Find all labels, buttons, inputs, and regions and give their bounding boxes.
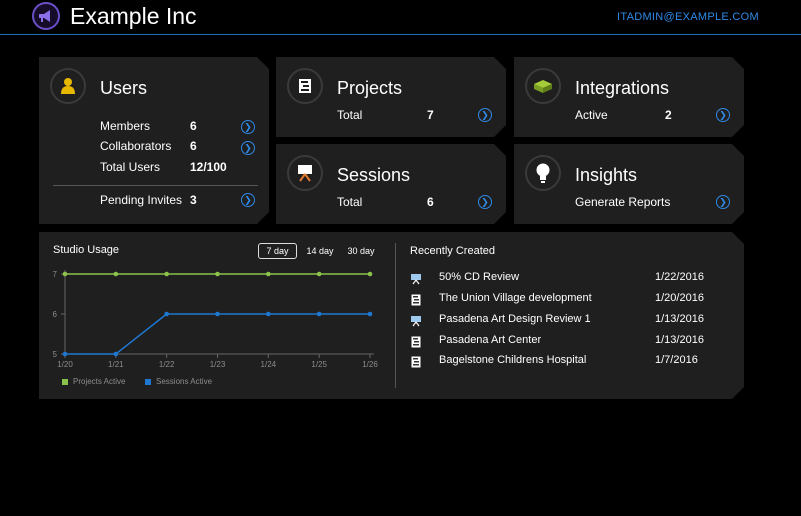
recent-item[interactable]: 50% CD Review 1/22/2016 [410,271,730,287]
recent-item-name[interactable]: Pasadena Art Design Review 1 [439,313,591,325]
pending-invites-label: Pending Invites [100,193,183,207]
total-users-value: 12/100 [190,160,227,174]
y-tick-label: 5 [53,350,58,359]
data-point-sessions [266,312,271,317]
data-point-sessions [317,312,322,317]
sessions-total-value: 6 [427,195,434,209]
recent-item-date: 1/22/2016 [655,271,704,283]
legend-projects-swatch [62,379,68,385]
projects-title: Projects [337,78,403,98]
insights-card: Insights Generate Reports ❯ [514,144,744,224]
session-icon [410,272,422,285]
session-icon [287,155,323,191]
panel-vertical-divider [395,243,396,388]
user-account-link[interactable]: ITADMIN@EXAMPLE.COM [617,11,759,23]
projects-total-label: Total [337,108,363,122]
recent-item-name[interactable]: Bagelstone Childrens Hospital [439,354,586,366]
data-point-projects [215,272,220,277]
data-point-projects [368,272,373,277]
data-point-projects [164,272,169,277]
insights-arrow-button[interactable]: ❯ [716,195,730,209]
members-arrow-button[interactable]: ❯ [241,120,255,134]
project-icon [410,293,422,306]
project-icon [410,335,422,348]
members-label: Members [100,119,151,133]
data-point-sessions [215,312,220,317]
sessions-arrow-button[interactable]: ❯ [478,195,492,209]
recent-item-name[interactable]: Pasadena Art Center [439,334,541,346]
project-icon [410,355,422,368]
members-value: 6 [190,119,197,133]
legend-sessions-active: Sessions Active [145,377,212,386]
projects-total-value: 7 [427,108,434,122]
data-point-sessions [368,312,373,317]
y-tick-label: 6 [53,310,58,319]
x-tick-label: 1/24 [261,360,277,369]
pending-invites-arrow-button[interactable]: ❯ [241,193,255,207]
user-icon [50,68,86,104]
range-30-day-button[interactable]: 30 day [344,244,378,258]
sessions-title: Sessions [337,165,411,185]
series-line-sessions [65,314,370,354]
x-tick-label: 1/23 [210,360,226,369]
session-icon [410,314,422,327]
megaphone-logo-icon[interactable] [32,2,60,30]
recent-item-name[interactable]: 50% CD Review [439,271,519,283]
integrations-arrow-button[interactable]: ❯ [716,108,730,122]
users-card: Users Members 6 ❯ Collaborators 6 ❯ Tota… [39,57,269,224]
lightbulb-icon [525,155,561,191]
recent-item-date: 1/13/2016 [655,313,704,325]
recent-item[interactable]: Pasadena Art Center 1/13/2016 [410,334,730,350]
users-title: Users [100,78,148,98]
data-point-projects [63,272,68,277]
data-point-projects [114,272,119,277]
generate-reports-label: Generate Reports [575,195,671,209]
integrations-title: Integrations [575,78,670,98]
integrations-active-label: Active [575,108,608,122]
data-point-sessions [164,312,169,317]
insights-title: Insights [575,165,638,185]
collaborators-label: Collaborators [100,139,172,153]
integration-icon [525,68,561,104]
project-icon [287,68,323,104]
total-users-label: Total Users [100,160,161,174]
recent-item[interactable]: Pasadena Art Design Review 1 1/13/2016 [410,313,730,329]
app-title: Example Inc [70,3,197,29]
legend-projects-active: Projects Active [62,377,125,386]
x-tick-label: 1/21 [108,360,124,369]
range-7-day-button[interactable]: 7 day [258,243,297,259]
x-tick-label: 1/22 [159,360,175,369]
projects-arrow-button[interactable]: ❯ [478,108,492,122]
recently-created-title: Recently Created [410,245,495,257]
pending-invites-value: 3 [190,193,197,207]
range-14-day-button[interactable]: 14 day [303,244,337,258]
data-point-projects [266,272,271,277]
data-point-sessions [114,352,119,357]
recent-item[interactable]: The Union Village development 1/20/2016 [410,292,730,308]
users-divider [53,185,258,186]
legend-projects-label: Projects Active [73,377,126,386]
data-point-sessions [63,352,68,357]
recent-item-name[interactable]: The Union Village development [439,292,592,304]
collaborators-value: 6 [190,139,197,153]
studio-usage-title: Studio Usage [53,244,120,256]
recent-item-date: 1/13/2016 [655,334,704,346]
projects-card: Projects Total 7 ❯ [276,57,506,137]
x-tick-label: 1/25 [311,360,327,369]
x-tick-label: 1/20 [57,360,73,369]
legend-sessions-swatch [145,379,151,385]
data-point-projects [317,272,322,277]
integrations-active-value: 2 [665,108,672,122]
integrations-card: Integrations Active 2 ❯ [514,57,744,137]
sessions-card: Sessions Total 6 ❯ [276,144,506,224]
legend-sessions-label: Sessions Active [156,377,213,386]
recent-item-date: 1/7/2016 [655,354,698,366]
recent-item-date: 1/20/2016 [655,292,704,304]
y-tick-label: 7 [53,270,58,279]
top-bar: Example Inc ITADMIN@EXAMPLE.COM [0,0,801,35]
x-tick-label: 1/26 [362,360,378,369]
sessions-total-label: Total [337,195,363,209]
collaborators-arrow-button[interactable]: ❯ [241,141,255,155]
recent-item[interactable]: Bagelstone Childrens Hospital 1/7/2016 [410,354,730,370]
